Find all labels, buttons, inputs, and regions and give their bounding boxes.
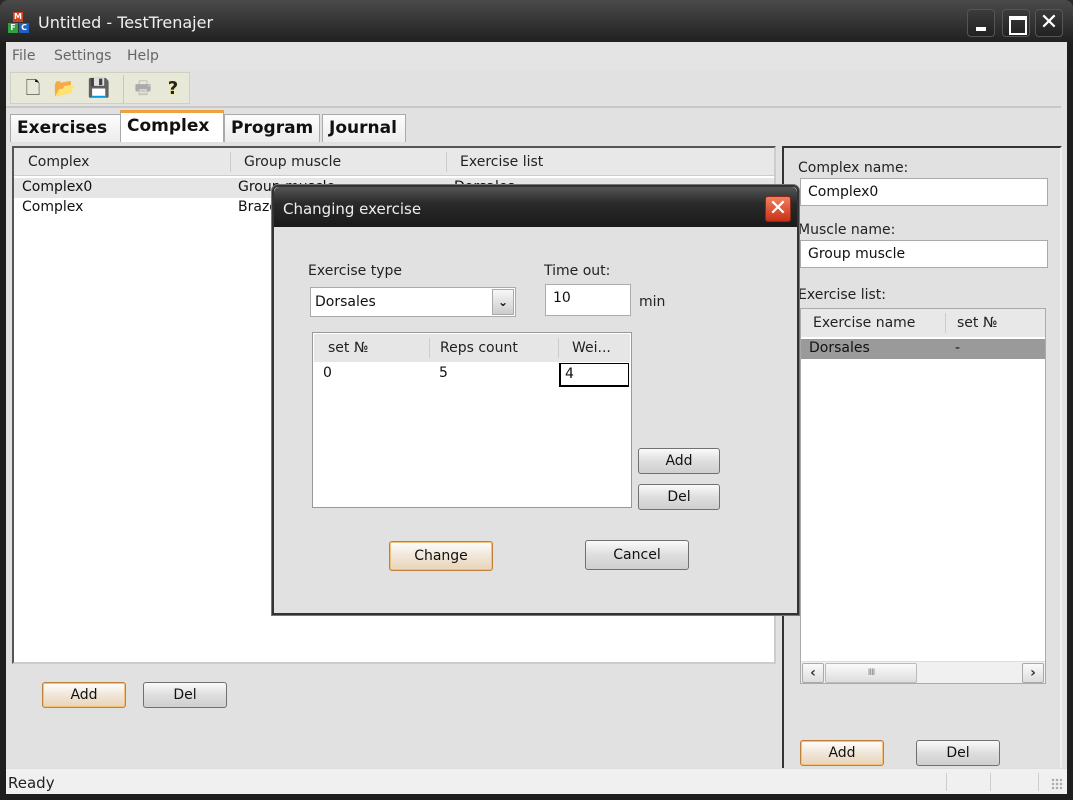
- app-window: M F C Untitled - TestTrenajer ✕ File Set…: [0, 0, 1073, 800]
- dialog-title: Changing exercise: [283, 200, 422, 218]
- menu-settings[interactable]: Settings: [54, 48, 111, 64]
- column-reps-count[interactable]: Reps count: [440, 340, 518, 356]
- changing-exercise-dialog: Changing exercise ✕ Exercise type Dorsal…: [272, 185, 799, 615]
- timeout-label: Time out:: [544, 263, 611, 279]
- dialog-title-bar[interactable]: Changing exercise ✕: [274, 187, 797, 227]
- weight-cell-editor[interactable]: 4: [559, 363, 629, 387]
- horizontal-scrollbar[interactable]: ‹ IIII ›: [801, 661, 1045, 683]
- menu-file[interactable]: File: [12, 48, 35, 64]
- column-separator: [945, 313, 946, 333]
- column-separator: [446, 152, 447, 172]
- cell-exercise-name: Dorsales: [809, 340, 870, 356]
- scroll-thumb[interactable]: IIII: [825, 663, 917, 683]
- add-complex-button[interactable]: Add: [42, 682, 126, 708]
- del-exercise-button[interactable]: Del: [916, 740, 1000, 766]
- column-exercise-list[interactable]: Exercise list: [460, 154, 543, 170]
- save-icon[interactable]: 💾: [87, 77, 111, 101]
- exercise-list-header: Exercise name set №: [801, 309, 1045, 337]
- title-bar[interactable]: M F C Untitled - TestTrenajer ✕: [0, 0, 1073, 42]
- column-exercise-name[interactable]: Exercise name: [813, 315, 915, 331]
- column-complex[interactable]: Complex: [28, 154, 89, 170]
- list-item[interactable]: Dorsales -: [801, 339, 1045, 359]
- timeout-unit: min: [639, 294, 666, 310]
- cell-set-no: -: [955, 340, 961, 356]
- muscle-name-label: Muscle name:: [798, 222, 896, 238]
- exercise-type-select[interactable]: Dorsales ⌄: [310, 287, 516, 317]
- complex-name-label: Complex name:: [798, 160, 909, 176]
- column-set-no[interactable]: set №: [328, 340, 368, 356]
- maximize-button[interactable]: [1002, 9, 1030, 37]
- tab-complex[interactable]: Complex: [120, 110, 224, 142]
- menu-bar: File Settings Help: [6, 42, 1067, 70]
- toolbar-separator: [123, 75, 124, 103]
- open-icon[interactable]: 📂: [53, 77, 77, 101]
- app-icon: M F C: [8, 12, 30, 34]
- complex-details-panel: Complex name: Complex0 Muscle name: Grou…: [782, 146, 1062, 768]
- status-separator: [946, 773, 947, 791]
- cell-complex: Complex0: [22, 179, 93, 195]
- change-button[interactable]: Change: [389, 541, 493, 571]
- toolbar-divider: [6, 106, 1061, 108]
- close-button[interactable]: ✕: [1035, 9, 1063, 37]
- add-exercise-button[interactable]: Add: [800, 740, 884, 766]
- exercise-type-label: Exercise type: [308, 263, 402, 279]
- exercise-list-label: Exercise list:: [798, 287, 886, 303]
- tab-exercises[interactable]: Exercises: [10, 114, 122, 142]
- print-icon[interactable]: 🖶: [131, 77, 155, 101]
- help-icon[interactable]: ?: [161, 77, 185, 101]
- column-set-no[interactable]: set №: [957, 315, 997, 331]
- status-bar: Ready: [6, 768, 1067, 794]
- muscle-name-input[interactable]: Group muscle: [800, 240, 1048, 268]
- del-set-button[interactable]: Del: [638, 484, 720, 510]
- new-icon[interactable]: 🗋: [21, 77, 45, 101]
- menu-help[interactable]: Help: [127, 48, 159, 64]
- scroll-right-icon[interactable]: ›: [1022, 663, 1044, 683]
- add-set-button[interactable]: Add: [638, 448, 720, 474]
- column-separator: [230, 152, 231, 172]
- sets-grid-header: set № Reps count Wei...: [314, 334, 630, 362]
- complex-name-input[interactable]: Complex0: [800, 178, 1048, 206]
- cell-complex: Complex: [22, 199, 84, 215]
- column-weight[interactable]: Wei...: [572, 340, 611, 356]
- del-complex-button[interactable]: Del: [143, 682, 227, 708]
- dialog-close-button[interactable]: ✕: [765, 196, 791, 222]
- minimize-button[interactable]: [967, 9, 995, 37]
- toolbar: 🗋 📂 💾 🖶 ?: [10, 72, 190, 104]
- cell-set-no: 0: [323, 365, 332, 381]
- tab-program[interactable]: Program: [224, 114, 320, 142]
- scroll-left-icon[interactable]: ‹: [802, 663, 824, 683]
- column-group-muscle[interactable]: Group muscle: [244, 154, 341, 170]
- window-title: Untitled - TestTrenajer: [38, 13, 214, 32]
- sets-grid[interactable]: set № Reps count Wei... 0 5 4: [312, 332, 632, 508]
- exercise-type-value: Dorsales: [315, 294, 376, 310]
- exercise-list[interactable]: Exercise name set № Dorsales - ‹ IIII ›: [800, 308, 1046, 684]
- status-text: Ready: [8, 774, 55, 792]
- complex-list-header: Complex Group muscle Exercise list: [14, 148, 774, 176]
- close-icon: ✕: [1039, 10, 1059, 35]
- chevron-down-icon[interactable]: ⌄: [492, 289, 514, 315]
- timeout-input[interactable]: 10: [545, 284, 631, 316]
- status-separator: [990, 773, 991, 791]
- column-separator: [558, 338, 559, 358]
- tab-journal[interactable]: Journal: [322, 114, 406, 142]
- cell-reps: 5: [439, 365, 448, 381]
- cancel-button[interactable]: Cancel: [585, 540, 689, 570]
- column-separator: [429, 338, 430, 358]
- resize-grip-icon[interactable]: [1051, 778, 1063, 790]
- close-icon: ✕: [768, 196, 788, 221]
- status-separator: [1038, 773, 1039, 791]
